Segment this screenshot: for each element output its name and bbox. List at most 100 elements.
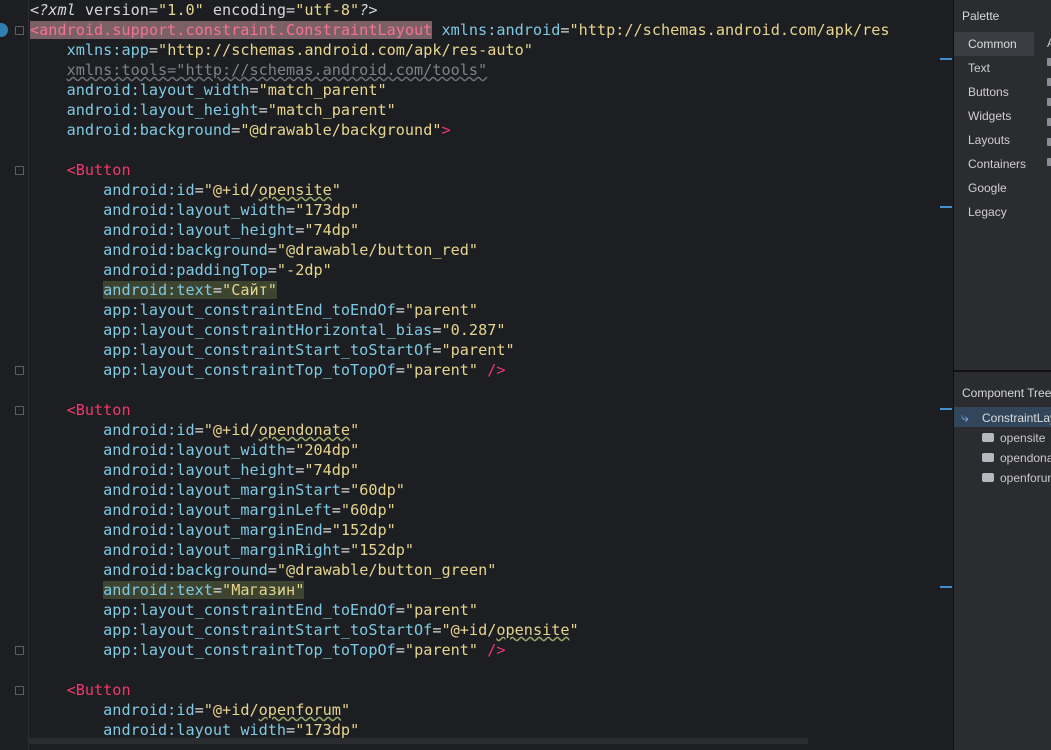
palette-category-legacy[interactable]: Legacy	[954, 200, 1034, 224]
code-line[interactable]: android:layout_width="173dp"	[30, 720, 890, 740]
code-line[interactable]: android:background="@drawable/background…	[30, 120, 890, 140]
horizontal-scrollbar[interactable]	[28, 738, 808, 744]
scroll-marker	[940, 58, 952, 60]
scroll-marker	[940, 408, 952, 410]
breakpoint-icon[interactable]	[0, 23, 8, 37]
code-token: "	[350, 421, 360, 439]
code-token: >	[441, 121, 451, 139]
code-token: "@+id/	[203, 701, 259, 719]
code-line[interactable]: app:layout_constraintHorizontal_bias="0.…	[30, 320, 890, 340]
component-tree-item[interactable]: opensite	[954, 428, 1051, 448]
code-line[interactable]: <?xml version="1.0" encoding="utf-8"?>	[30, 0, 890, 20]
code-token: xmlns:	[441, 21, 497, 39]
code-line[interactable]: android:layout_width="204dp"	[30, 440, 890, 460]
code-line[interactable]: <android.support.constraint.ConstraintLa…	[30, 20, 890, 40]
code-token: xmlns:	[66, 41, 122, 59]
fold-marker-icon[interactable]	[15, 166, 24, 175]
fragment-icon[interactable]	[1047, 138, 1051, 146]
code-token: "utf-8"	[295, 1, 360, 19]
code-token: "http://schemas.android.com/apk/res	[569, 21, 890, 39]
palette-category-containers[interactable]: Containers	[954, 152, 1034, 176]
code-token: =	[295, 461, 305, 479]
code-token: app:	[103, 601, 140, 619]
component-tree-item[interactable]: openforum	[954, 468, 1051, 488]
code-token: =	[212, 281, 223, 299]
code-token: "204dp"	[295, 441, 360, 459]
code-line[interactable]: android:id="@+id/openforum"	[30, 700, 890, 720]
fold-marker-icon[interactable]	[15, 406, 24, 415]
code-line[interactable]: android:layout_marginLeft="60dp"	[30, 500, 890, 520]
panel-divider[interactable]	[954, 370, 1051, 372]
code-line[interactable]: android:background="@drawable/button_gre…	[30, 560, 890, 580]
code-token: android:	[66, 81, 140, 99]
code-line[interactable]	[30, 140, 890, 160]
code-line[interactable]	[30, 660, 890, 680]
code-token: encoding=	[203, 1, 296, 19]
fold-marker-icon[interactable]	[15, 686, 24, 695]
palette-category-widgets[interactable]: Widgets	[954, 104, 1034, 128]
code-line[interactable]: android:id="@+id/opendonate"	[30, 420, 890, 440]
code-line[interactable]: xmlns:tools="http://schemas.android.com/…	[30, 60, 890, 80]
code-token: layout_height	[176, 461, 296, 479]
fold-marker-icon[interactable]	[15, 646, 24, 655]
recyclerview-icon[interactable]	[1047, 118, 1051, 126]
code-line[interactable]: android:layout_marginStart="60dp"	[30, 480, 890, 500]
scrollview-icon[interactable]	[1047, 158, 1051, 166]
component-tree-item[interactable]: opendonate	[954, 448, 1051, 468]
code-token: =	[286, 721, 296, 739]
code-token: layout_constraintTop_toTopOf	[139, 361, 396, 379]
code-line[interactable]: app:layout_constraintTop_toTopOf="parent…	[30, 640, 890, 660]
code-token: "Сайт"	[222, 281, 277, 299]
code-line[interactable]: app:layout_constraintTop_toTopOf="parent…	[30, 360, 890, 380]
code-token: "@+id/	[203, 181, 259, 199]
fold-marker-icon[interactable]	[15, 26, 24, 35]
code-token: "173dp"	[295, 201, 360, 219]
code-line[interactable]: android:layout_marginEnd="152dp"	[30, 520, 890, 540]
code-line[interactable]: android:text="Сайт"	[30, 280, 890, 300]
code-token: =	[286, 441, 296, 459]
fold-marker-icon[interactable]	[15, 366, 24, 375]
code-line[interactable]: android:layout_width="173dp"	[30, 200, 890, 220]
code-token: app:	[103, 641, 140, 659]
code-token: background	[176, 561, 268, 579]
component-tree-root[interactable]: ⤷ ConstraintLayout	[954, 407, 1051, 427]
code-line[interactable]: app:layout_constraintEnd_toEndOf="parent…	[30, 300, 890, 320]
palette-category-common[interactable]: Common	[954, 32, 1034, 56]
code-line[interactable]: <Button	[30, 160, 890, 180]
code-line[interactable]: <Button	[30, 400, 890, 420]
code-line[interactable]: android:layout_height="74dp"	[30, 460, 890, 480]
code-line[interactable]: android:layout_width="match_parent"	[30, 80, 890, 100]
code-line[interactable]: android:text="Магазин"	[30, 580, 890, 600]
palette-category-buttons[interactable]: Buttons	[954, 80, 1034, 104]
palette-category-google[interactable]: Google	[954, 176, 1034, 200]
code-line[interactable]: android:layout_height="74dp"	[30, 220, 890, 240]
imageview-icon[interactable]	[1047, 98, 1051, 106]
code-token: layout_constraintStart_toStartOf	[139, 341, 433, 359]
editor-gutter	[0, 0, 29, 750]
code-line[interactable]: <Button	[30, 680, 890, 700]
code-token: xml	[48, 1, 85, 19]
code-line[interactable]: android:paddingTop="-2dp"	[30, 260, 890, 280]
code-token: =	[212, 581, 223, 599]
code-editor[interactable]: <?xml version="1.0" encoding="utf-8"?> <a…	[0, 0, 953, 750]
button-icon[interactable]	[1047, 78, 1051, 86]
code-token: =	[295, 221, 305, 239]
code-line[interactable]: android:id="@+id/opensite"	[30, 180, 890, 200]
code-line[interactable]: app:layout_constraintStart_toStartOf="pa…	[30, 340, 890, 360]
palette-category-text[interactable]: Text	[954, 56, 1034, 80]
code-line[interactable]: app:layout_constraintStart_toStartOf="@+…	[30, 620, 890, 640]
code-line[interactable]: android:layout_marginRight="152dp"	[30, 540, 890, 560]
code-line[interactable]: android:layout_height="match_parent"	[30, 100, 890, 120]
code-line[interactable]: app:layout_constraintEnd_toEndOf="parent…	[30, 600, 890, 620]
palette-category-layouts[interactable]: Layouts	[954, 128, 1034, 152]
code-line[interactable]	[30, 380, 890, 400]
code-line[interactable]: xmlns:app="http://schemas.android.com/ap…	[30, 40, 890, 60]
code-line[interactable]: android:background="@drawable/button_red…	[30, 240, 890, 260]
code-token: android:	[103, 521, 177, 539]
button-widget-icon	[982, 433, 994, 442]
textview-icon[interactable]	[1047, 58, 1051, 66]
code-token: text	[176, 281, 213, 299]
